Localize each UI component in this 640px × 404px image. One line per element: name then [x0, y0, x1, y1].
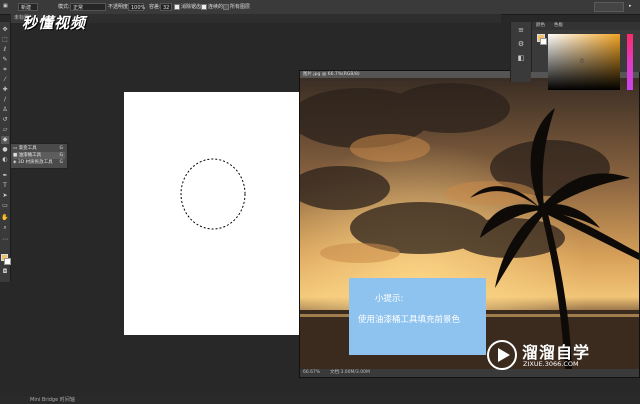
antialias-checkbox[interactable]: [174, 4, 180, 10]
clone-stamp-tool-icon[interactable]: ♙: [1, 106, 9, 114]
quick-select-tool-icon[interactable]: ✎: [1, 56, 9, 64]
color-picker-field[interactable]: [548, 34, 620, 90]
tolerance-label: 容差:: [149, 4, 161, 10]
tip-text: 使用油漆桶工具填充前景色: [358, 315, 461, 325]
color-panel: 颜色 色板 0: [531, 22, 640, 90]
more-tools-icon[interactable]: ⋯: [1, 236, 9, 244]
paint-bucket-tool-icon[interactable]: ◆: [1, 136, 9, 144]
path-select-tool-icon[interactable]: ➤: [1, 192, 9, 200]
eyedropper-tool-icon[interactable]: ⁄: [1, 76, 9, 84]
contiguous-label: 连续的: [208, 4, 224, 10]
contiguous-checkbox[interactable]: [201, 4, 207, 10]
properties-panel-icon[interactable]: ⚙: [517, 40, 525, 48]
flyout-item-3d-material-drop[interactable]: ◈ 3D 材质拖放工具 G: [13, 159, 65, 166]
zoom-readout[interactable]: 66.67%: [303, 369, 320, 377]
history-brush-tool-icon[interactable]: ↺: [1, 116, 9, 124]
adjustments-panel-icon[interactable]: ◧: [517, 54, 525, 62]
video-logo: 秒懂视频: [22, 14, 87, 32]
tip-title: 小提示:: [375, 294, 404, 304]
workspace-button[interactable]: [594, 2, 624, 12]
blend-mode-select[interactable]: 正常: [70, 3, 106, 11]
watermark-logo-icon: [487, 340, 517, 370]
bottom-tabs[interactable]: Mini Bridge 时间轴: [30, 396, 75, 404]
panel-icon-strip: ≡ ⚙ ◧: [510, 22, 531, 82]
marquee-tool-icon[interactable]: ⬚: [1, 36, 9, 44]
watermark-url: ZIXUE.3066.COM: [523, 360, 579, 368]
zoom-tool-icon[interactable]: ⌕: [1, 224, 9, 232]
document-canvas[interactable]: [124, 92, 302, 335]
mode-label: 模式:: [58, 4, 70, 10]
image-status-bar: 66.67% 文档:3.00M/3.00M: [300, 369, 639, 377]
type-tool-icon[interactable]: T: [1, 182, 9, 190]
all-layers-label: 所有图层: [230, 4, 251, 10]
hue-slider[interactable]: [627, 34, 633, 90]
shape-tool-icon[interactable]: ▭: [1, 202, 9, 210]
crop-tool-icon[interactable]: ⌗: [1, 66, 9, 74]
tolerance-input[interactable]: 32: [160, 3, 172, 11]
options-bar: ▣ 新建 模式: 正常 不透明度: 100% 容差: 32 消除锯齿 连续的 所…: [0, 0, 640, 15]
circle-selection: [180, 158, 246, 230]
quick-mask-icon[interactable]: ◘: [1, 268, 9, 276]
color-readout: 0: [580, 58, 584, 65]
bottom-panel-bar: Mini Bridge 时间轴: [0, 396, 640, 404]
eraser-tool-icon[interactable]: ▱: [1, 126, 9, 134]
brush-tool-icon[interactable]: ∕: [1, 96, 9, 104]
flyout-item-paint-bucket[interactable]: ■ 油漆桶工具 G: [13, 152, 65, 159]
background-color-swatch[interactable]: [4, 258, 11, 265]
color-panel-tabs: 颜色 色板: [532, 22, 640, 30]
tab-color[interactable]: 颜色: [536, 22, 545, 30]
fill-source-select[interactable]: 新建: [18, 3, 38, 11]
flyout-item-gradient[interactable]: ▭ 渐变工具 G: [13, 145, 65, 152]
tab-swatches[interactable]: 色板: [554, 22, 563, 30]
pen-tool-icon[interactable]: ✒: [1, 172, 9, 180]
dodge-tool-icon[interactable]: ◐: [1, 156, 9, 164]
document-size-readout: 文档:3.00M/3.00M: [330, 370, 370, 375]
move-tool-icon[interactable]: ✥: [1, 26, 9, 34]
opacity-label: 不透明度:: [108, 4, 130, 10]
lasso-tool-icon[interactable]: ℓ: [1, 46, 9, 54]
history-panel-icon[interactable]: ≡: [517, 26, 525, 34]
antialias-label: 消除锯齿: [181, 4, 202, 10]
tool-flyout-menu: ▭ 渐变工具 G ■ 油漆桶工具 G ◈ 3D 材质拖放工具 G: [10, 143, 68, 169]
opacity-input[interactable]: 100%: [128, 3, 145, 11]
panel-background-swatch[interactable]: [540, 38, 547, 45]
tool-preset-icon[interactable]: ▣: [3, 3, 8, 9]
blur-tool-icon[interactable]: ●: [1, 146, 9, 154]
healing-brush-tool-icon[interactable]: ✚: [1, 86, 9, 94]
all-layers-checkbox[interactable]: [223, 4, 229, 10]
expand-icon[interactable]: ▸: [629, 3, 632, 9]
hand-tool-icon[interactable]: ✋: [1, 214, 9, 222]
